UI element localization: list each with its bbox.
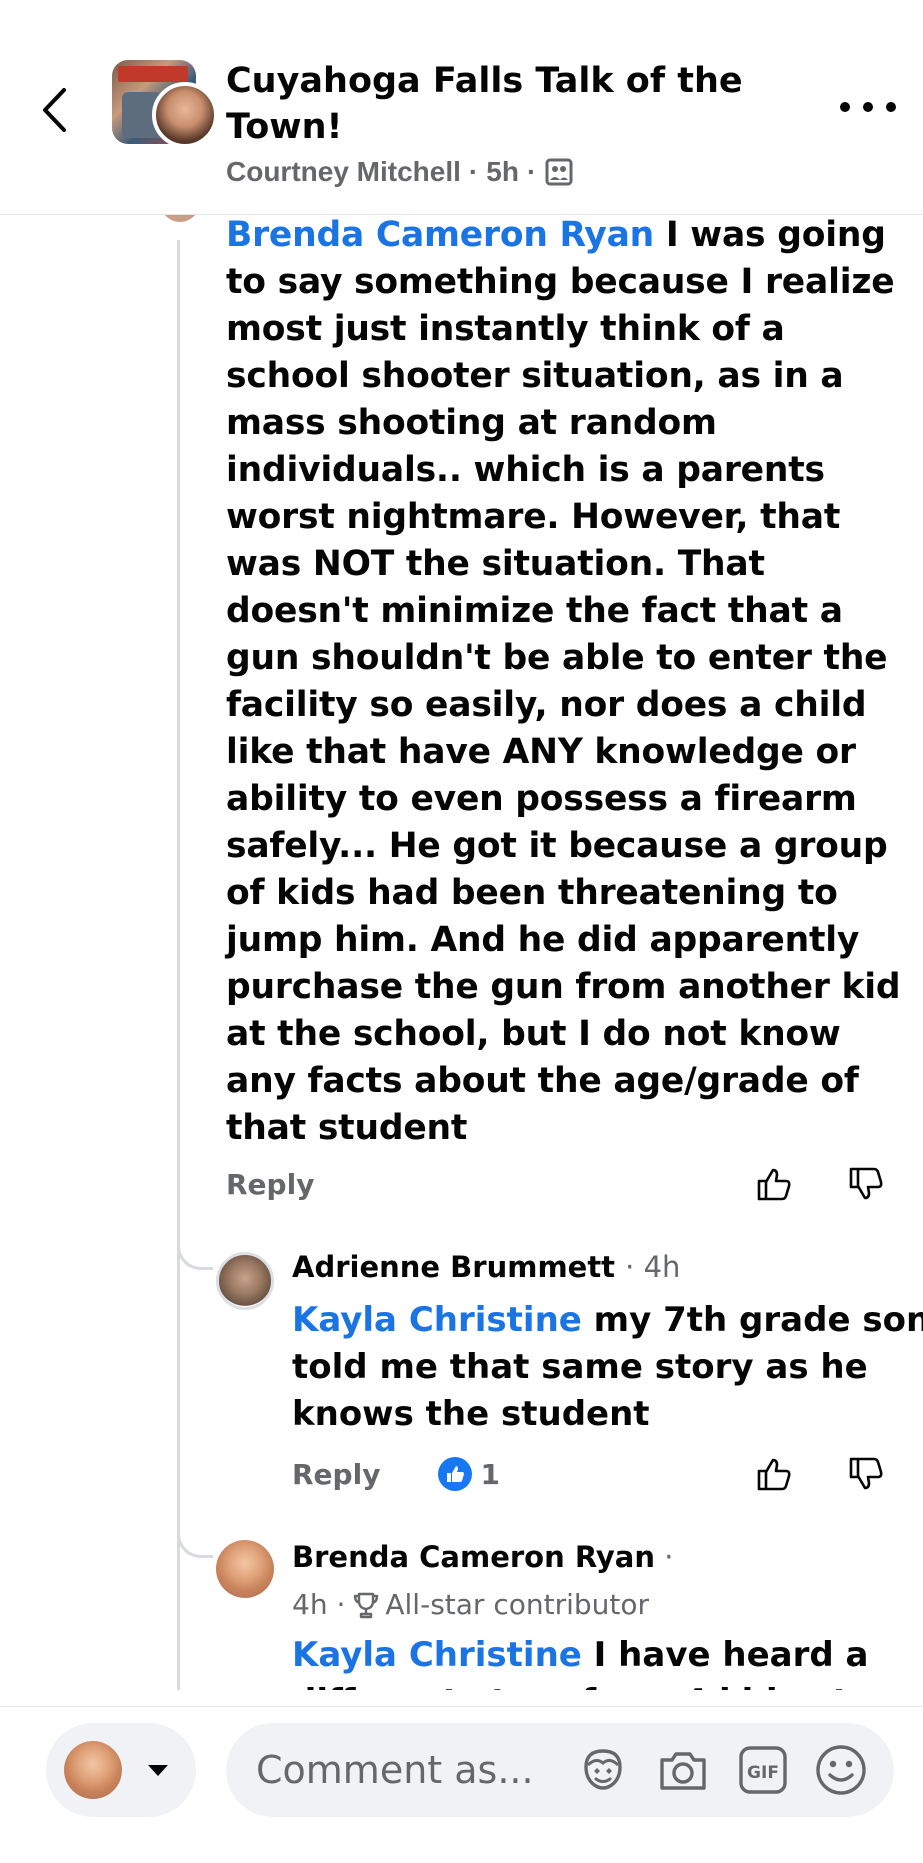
svg-text:GIF: GIF (747, 1763, 779, 1783)
my-avatar (64, 1741, 122, 1799)
cover-sign (118, 66, 188, 82)
comment-composer: Comment as... GIF (0, 1706, 923, 1863)
gif-icon: GIF (739, 1746, 787, 1794)
reply-meta: 4h · All-star contributor (292, 1588, 649, 1621)
thumbs-up-icon (757, 1458, 791, 1491)
camera-button[interactable] (654, 1741, 712, 1799)
identity-switcher[interactable] (46, 1723, 196, 1817)
avatar-sticker-icon (584, 1749, 622, 1790)
caret-down-icon (148, 1764, 168, 1776)
upvote-button[interactable] (752, 1452, 796, 1496)
reply-button[interactable]: Reply (226, 1168, 314, 1201)
gif-button[interactable]: GIF (734, 1741, 792, 1799)
comment-text: I was going to say something because I r… (226, 215, 901, 1148)
group-title[interactable]: Cuyahoga Falls Talk of the Town! (226, 58, 786, 150)
more-dot (886, 102, 896, 112)
reply-avatar[interactable] (216, 1252, 274, 1310)
author-avatar[interactable] (152, 82, 218, 148)
thumbs-down-icon (849, 1167, 883, 1200)
thread-line (177, 240, 180, 1700)
thread-connector (177, 1234, 213, 1270)
post-author[interactable]: Courtney Mitchell (226, 156, 461, 188)
comment-placeholder: Comment as... (256, 1748, 534, 1792)
downvote-button[interactable] (844, 1452, 888, 1496)
comment-input[interactable]: Comment as... (226, 1723, 894, 1817)
upvote-button[interactable] (752, 1162, 796, 1206)
back-button[interactable] (34, 82, 74, 138)
reply-actions: Reply 1 (292, 1452, 500, 1496)
reply-author-name[interactable]: Adrienne Brummett (292, 1250, 615, 1284)
post-header: Cuyahoga Falls Talk of the Town! Courtne… (0, 0, 923, 215)
reaction-count[interactable]: 1 (438, 1457, 500, 1491)
comment-actions: Reply (226, 1162, 314, 1206)
reply-author: Brenda Cameron Ryan · (292, 1540, 673, 1574)
meta-separator: · (468, 156, 479, 187)
like-reaction-icon (438, 1457, 473, 1491)
contributor-badge[interactable]: All-star contributor (385, 1588, 649, 1621)
more-options-button[interactable] (840, 92, 896, 122)
reply-mention[interactable]: Kayla Christine (292, 1300, 582, 1340)
emoji-button[interactable] (812, 1741, 870, 1799)
like-count: 1 (480, 1457, 500, 1491)
downvote-button[interactable] (844, 1162, 888, 1206)
reply-avatar[interactable] (216, 1540, 274, 1598)
comment-body: Brenda Cameron Ryan I was going to say s… (226, 212, 906, 1152)
post-time[interactable]: 5h (486, 156, 519, 188)
name-separator: · (655, 1540, 674, 1574)
group-audience-icon (545, 158, 573, 186)
camera-icon (660, 1752, 706, 1790)
more-dot (863, 102, 873, 112)
thumbs-down-icon (849, 1457, 883, 1490)
reply-author: Adrienne Brummett · 4h (292, 1250, 680, 1284)
reply-author-name[interactable]: Brenda Cameron Ryan (292, 1540, 655, 1574)
comment-mention[interactable]: Brenda Cameron Ryan (226, 215, 654, 255)
trophy-icon (354, 1592, 379, 1618)
meta-separator: · (526, 156, 537, 187)
reply-time[interactable]: · 4h (625, 1250, 680, 1284)
post-meta: Courtney Mitchell · 5h · (226, 152, 574, 192)
thread-connector (177, 1522, 213, 1558)
chevron-left-icon (43, 88, 66, 132)
more-dot (840, 102, 850, 112)
reply-mention[interactable]: Kayla Christine (292, 1635, 582, 1675)
reply-time[interactable]: 4h · (292, 1588, 345, 1621)
avatar-sticker-button[interactable] (574, 1741, 632, 1799)
reply-body: Kayla Christine my 7th grade son told me… (292, 1297, 923, 1438)
thumbs-up-icon (757, 1168, 791, 1201)
reply-button[interactable]: Reply (292, 1458, 380, 1491)
emoji-icon (816, 1745, 866, 1795)
